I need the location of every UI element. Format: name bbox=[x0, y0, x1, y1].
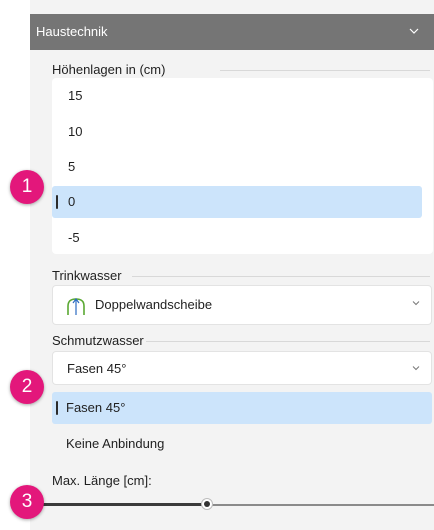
option-label: Keine Anbindung bbox=[66, 436, 165, 451]
selection-indicator bbox=[56, 401, 58, 415]
schmutzwasser-label: Schmutzwasser bbox=[52, 333, 144, 348]
divider bbox=[146, 341, 430, 342]
trinkwasser-value: Doppelwandscheibe bbox=[95, 297, 213, 312]
list-item[interactable]: 15 bbox=[52, 80, 422, 112]
slider-thumb[interactable] bbox=[201, 498, 213, 510]
selection-indicator bbox=[56, 195, 58, 209]
callout-marker: 3 bbox=[10, 485, 44, 519]
doppelwandscheibe-icon bbox=[67, 298, 85, 315]
callout-marker: 2 bbox=[10, 370, 44, 404]
chevron-down-icon bbox=[412, 301, 420, 306]
list-item[interactable]: 5 bbox=[52, 151, 422, 183]
callout-marker: 1 bbox=[10, 170, 44, 204]
list-item-label: 5 bbox=[68, 159, 76, 174]
list-item-label: -5 bbox=[68, 230, 80, 245]
divider bbox=[220, 70, 430, 71]
list-item-selected[interactable]: 0 bbox=[52, 186, 422, 218]
max-length-label: Max. Länge [cm]: bbox=[52, 473, 152, 488]
haustechnik-panel: Haustechnik Höhenlagen in (cm) 15 10 5 0… bbox=[30, 0, 434, 530]
option-label: Fasen 45° bbox=[66, 400, 126, 415]
slider-fill bbox=[30, 503, 207, 506]
trinkwasser-label: Trinkwasser bbox=[52, 268, 122, 283]
heights-label: Höhenlagen in (cm) bbox=[52, 62, 166, 77]
schmutzwasser-select[interactable]: Fasen 45° bbox=[52, 351, 432, 385]
panel-header[interactable]: Haustechnik bbox=[30, 14, 434, 50]
heights-list[interactable]: 15 10 5 0 -5 bbox=[52, 78, 433, 254]
chevron-down-icon[interactable] bbox=[408, 25, 420, 37]
list-item[interactable]: -5 bbox=[52, 222, 422, 254]
list-item-label: 15 bbox=[68, 88, 83, 103]
list-item-label: 0 bbox=[68, 194, 76, 209]
dropdown-option[interactable]: Keine Anbindung bbox=[52, 428, 432, 460]
divider bbox=[132, 276, 430, 277]
list-item-label: 10 bbox=[68, 124, 83, 139]
dropdown-option-selected[interactable]: Fasen 45° bbox=[52, 392, 432, 424]
trinkwasser-select[interactable]: Doppelwandscheibe bbox=[52, 285, 432, 325]
panel-title: Haustechnik bbox=[36, 24, 108, 39]
schmutzwasser-value: Fasen 45° bbox=[67, 361, 127, 376]
chevron-down-icon bbox=[412, 366, 420, 371]
list-item[interactable]: 10 bbox=[52, 116, 422, 148]
